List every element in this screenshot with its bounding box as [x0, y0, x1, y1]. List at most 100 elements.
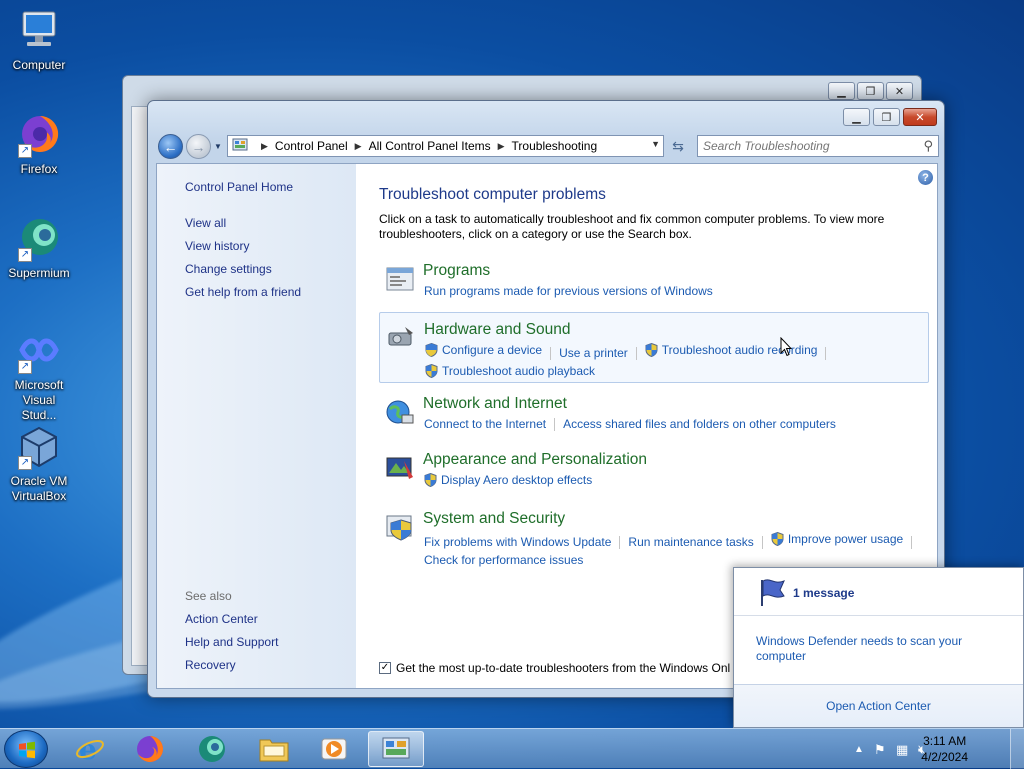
minimize-button[interactable]: ▁	[828, 82, 855, 100]
visual-studio-icon: ↗	[16, 328, 62, 374]
start-button[interactable]	[4, 730, 48, 768]
taskbar: e ▲ ⚑ ▦ 🔇︎ 3:11 AM 4/2/2024	[0, 728, 1024, 769]
category-name[interactable]: Appearance and Personalization	[423, 451, 647, 469]
message-count: 1 message	[793, 586, 855, 600]
appearance-icon	[386, 457, 413, 479]
uac-shield-icon	[425, 343, 438, 357]
open-action-center-link[interactable]: Open Action Center	[826, 699, 931, 713]
search-box[interactable]: ⚲	[697, 135, 939, 157]
desktop-icon-firefox[interactable]: ↗ Firefox	[4, 112, 74, 177]
maximize-button[interactable]: ❐	[857, 82, 884, 100]
access-shared-files-link[interactable]: Access shared files and folders on other…	[563, 415, 836, 433]
desktop-icon-visual-studio[interactable]: ↗ Microsoft Visual Stud...	[4, 328, 74, 423]
latest-troubleshooters-checkbox[interactable]: ✓ Get the most up-to-date troubleshooter…	[379, 661, 730, 675]
search-input[interactable]	[698, 136, 908, 156]
virtualbox-icon: ↗	[16, 424, 62, 470]
checkbox-checked-icon[interactable]: ✓	[379, 662, 391, 674]
desktop-icon-label: Supermium	[8, 266, 70, 280]
clock-time: 3:11 AM	[923, 734, 967, 748]
troubleshoot-audio-playback-link[interactable]: Troubleshoot audio playback	[425, 362, 595, 380]
search-icon[interactable]: ⚲	[923, 138, 933, 154]
action-center-flag-icon	[761, 579, 785, 606]
desktop-icon-computer[interactable]: Computer	[4, 8, 74, 73]
uac-shield-icon	[771, 532, 784, 546]
close-button[interactable]: ✕	[886, 82, 913, 100]
breadcrumb-control-panel[interactable]: Control Panel	[275, 139, 348, 153]
taskbar-internet-explorer[interactable]: e	[62, 731, 118, 767]
category-name[interactable]: Network and Internet	[423, 395, 567, 413]
recovery-link[interactable]: Recovery	[185, 658, 236, 672]
programs-icon	[386, 267, 414, 291]
network-icon[interactable]: ▦	[896, 742, 908, 758]
clock[interactable]: 3:11 AM 4/2/2024	[921, 733, 968, 765]
taskbar-control-panel[interactable]	[368, 731, 424, 767]
action-center-flag-icon[interactable]: ⚑	[874, 742, 886, 758]
address-dropdown-icon[interactable]: ▼	[651, 139, 660, 149]
fix-windows-update-link[interactable]: Fix problems with Windows Update	[424, 533, 611, 551]
shortcut-arrow-icon: ↗	[18, 248, 32, 262]
hardware-sound-icon	[388, 327, 413, 346]
category-hardware-and-sound: Hardware and Sound Configure a device Us…	[379, 312, 929, 383]
control-panel-icon	[382, 737, 410, 759]
taskbar-file-explorer[interactable]	[246, 731, 302, 767]
control-panel-icon	[232, 138, 248, 155]
system-security-icon	[386, 515, 412, 541]
network-internet-icon	[386, 400, 414, 424]
close-button[interactable]: ✕	[903, 108, 937, 126]
desktop-icon-virtualbox[interactable]: ↗ Oracle VM VirtualBox	[4, 424, 74, 504]
get-help-from-friend-link[interactable]: Get help from a friend	[185, 285, 301, 299]
category-name[interactable]: Programs	[423, 262, 490, 280]
computer-icon	[16, 8, 62, 54]
change-settings-link[interactable]: Change settings	[185, 262, 272, 276]
forward-button[interactable]: →	[186, 134, 211, 159]
uac-shield-icon	[425, 364, 438, 378]
help-icon[interactable]: ?	[918, 170, 933, 185]
refresh-icon[interactable]: ⇆	[668, 135, 688, 157]
navigation-bar: ← → ▼ ▶ Control Panel ▶ All Control Pane…	[156, 132, 939, 160]
show-desktop-button[interactable]	[1010, 729, 1024, 769]
view-history-link[interactable]: View history	[185, 239, 249, 253]
system-tray: ▲ ⚑ ▦ 🔇︎ 3:11 AM 4/2/2024	[834, 729, 1024, 769]
control-panel-home-link[interactable]: Control Panel Home	[185, 180, 293, 194]
breadcrumb-troubleshooting[interactable]: Troubleshooting	[512, 139, 598, 153]
taskbar-firefox[interactable]	[122, 731, 178, 767]
minimize-button[interactable]: ▁	[843, 108, 870, 126]
taskbar-media-player[interactable]	[306, 731, 362, 767]
supermium-icon: ↗	[16, 216, 62, 262]
chevron-right-icon[interactable]: ▶	[355, 141, 362, 152]
connect-internet-link[interactable]: Connect to the Internet	[424, 415, 546, 433]
performance-issues-link[interactable]: Check for performance issues	[424, 551, 583, 569]
address-bar[interactable]: ▶ Control Panel ▶ All Control Panel Item…	[227, 135, 664, 157]
page-description: Click on a task to automatically trouble…	[379, 212, 885, 241]
breadcrumb-all-items[interactable]: All Control Panel Items	[369, 139, 491, 153]
help-and-support-link[interactable]: Help and Support	[185, 635, 278, 649]
run-maintenance-link[interactable]: Run maintenance tasks	[628, 533, 753, 551]
show-hidden-icons-icon[interactable]: ▲	[854, 744, 864, 755]
desktop-icon-supermium[interactable]: ↗ Supermium	[4, 216, 74, 281]
maximize-button[interactable]: ❐	[873, 108, 900, 126]
back-button[interactable]: ←	[158, 134, 183, 159]
run-older-programs-link[interactable]: Run programs made for previous versions …	[424, 282, 713, 300]
shortcut-arrow-icon: ↗	[18, 456, 32, 470]
use-printer-link[interactable]: Use a printer	[559, 344, 628, 362]
configure-device-link[interactable]: Configure a device	[425, 341, 542, 359]
desktop-icon-label: Microsoft Visual Stud...	[14, 378, 64, 422]
uac-shield-icon	[645, 343, 658, 357]
taskbar-supermium[interactable]	[184, 731, 240, 767]
chevron-right-icon[interactable]: ▶	[261, 141, 268, 152]
action-center-link[interactable]: Action Center	[185, 612, 258, 626]
aero-effects-link[interactable]: Display Aero desktop effects	[424, 471, 592, 489]
category-appearance: Appearance and Personalization Display A…	[379, 451, 929, 519]
defender-scan-message-link[interactable]: Windows Defender needs to scan your comp…	[756, 634, 986, 664]
chevron-right-icon[interactable]: ▶	[498, 141, 505, 152]
category-name[interactable]: System and Security	[423, 510, 565, 528]
view-all-link[interactable]: View all	[185, 216, 226, 230]
clock-date: 4/2/2024	[921, 750, 968, 764]
supermium-icon	[199, 736, 225, 762]
recent-pages-dropdown-icon[interactable]: ▼	[214, 142, 222, 151]
category-name[interactable]: Hardware and Sound	[424, 321, 571, 339]
svg-text:e: e	[79, 734, 97, 764]
checkbox-label: Get the most up-to-date troubleshooters …	[396, 661, 731, 675]
improve-power-link[interactable]: Improve power usage	[771, 530, 903, 548]
page-title: Troubleshoot computer problems	[379, 186, 606, 203]
